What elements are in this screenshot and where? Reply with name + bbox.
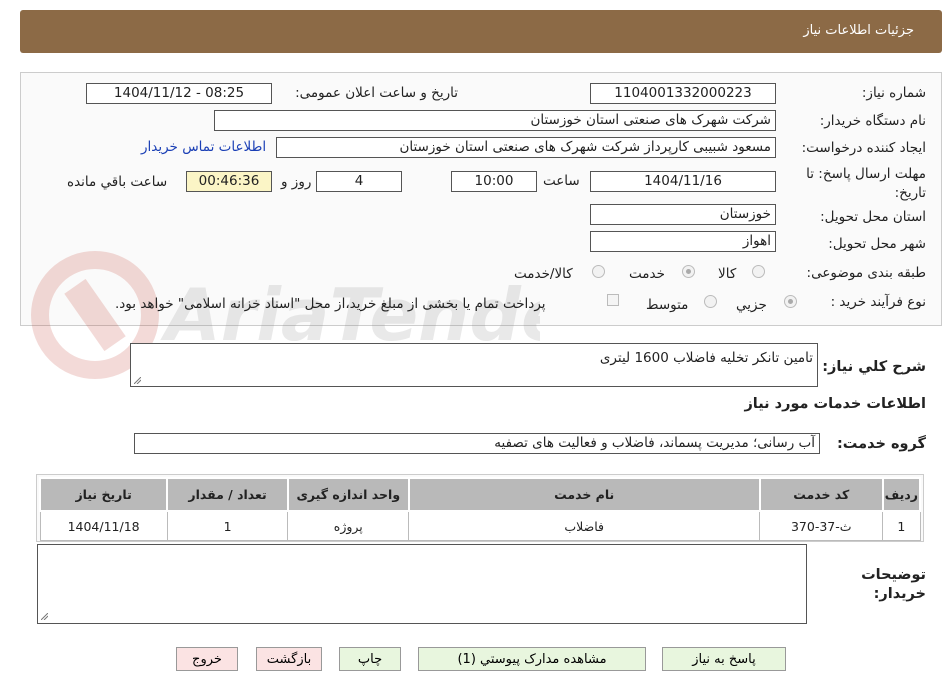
table-header-row: ردیف کد خدمت نام خدمت واحد اندازه گیری ت… (38, 477, 922, 512)
cell-need-date: 1404/11/18 (39, 510, 168, 541)
col-row-number: ردیف (881, 477, 922, 512)
print-button[interactable]: چاپ (339, 647, 401, 671)
resize-handle-icon[interactable] (41, 613, 48, 620)
category-label: طبقه بندی موضوعی: (806, 265, 926, 281)
cell-quantity: 1 (166, 510, 289, 541)
creator-field: مسعود شبیبی کارپرداز شرکت شهرک های صنعتی… (276, 137, 776, 158)
cell-service-code: ث-37-370 (759, 510, 884, 541)
service-group-field: آب رسانی؛ مدیریت پسماند، فاضلاب و فعالیت… (134, 433, 820, 454)
remaining-label: ساعت باقي مانده (67, 174, 168, 190)
process-label: نوع فرآیند خرید : (830, 294, 926, 310)
buyer-notes-label: توضیحات خریدار: (861, 567, 926, 602)
province-field: خوزستان (590, 204, 776, 225)
cell-row-number: 1 (882, 510, 921, 541)
category-service-radio[interactable] (682, 265, 695, 278)
resize-handle-icon[interactable] (134, 377, 141, 384)
deadline-time-label: ساعت (543, 173, 580, 189)
back-button[interactable]: بازگشت (256, 647, 322, 671)
city-label: شهر محل تحویل: (828, 236, 926, 252)
creator-label: ایجاد کننده درخواست: (801, 140, 926, 156)
summary-textarea[interactable]: تامین تانکر تخلیه فاضلاب 1600 لیتری (130, 343, 818, 387)
exit-button[interactable]: خروج (176, 647, 238, 671)
category-both-label: کالا/خدمت (514, 266, 573, 282)
page-header: جزئیات اطلاعات نیاز (20, 10, 942, 53)
cell-unit: پروژه (287, 510, 410, 541)
payment-note: پرداخت تمام یا بخشی از مبلغ خرید،از محل … (115, 296, 546, 312)
treasury-checkbox[interactable] (607, 294, 619, 306)
need-number-label: شماره نیاز: (861, 85, 926, 101)
view-attachments-button[interactable]: مشاهده مدارک پیوستي (1) (418, 647, 646, 671)
deadline-time-field: 10:00 (451, 171, 537, 192)
services-table: ردیف کد خدمت نام خدمت واحد اندازه گیری ت… (38, 477, 922, 541)
col-quantity: تعداد / مقدار (166, 477, 289, 512)
process-minor-label: جزيي (736, 297, 767, 313)
summary-label: شرح كلي نياز: (822, 359, 926, 375)
process-medium-radio[interactable] (704, 295, 717, 308)
col-service-name: نام خدمت (407, 477, 761, 512)
category-both-radio[interactable] (592, 265, 605, 278)
reply-button[interactable]: پاسخ به نیاز (662, 647, 786, 671)
cell-service-name: فاضلاب (408, 510, 761, 541)
city-field: اهواز (590, 231, 776, 252)
deadline-label: مهلت ارسال پاسخ: تا تاریخ: (806, 166, 926, 201)
buyer-contact-link[interactable]: اطلاعات تماس خریدار (141, 139, 266, 155)
deadline-date-field: 1404/11/16 (590, 171, 776, 192)
category-service-label: خدمت (629, 266, 665, 282)
services-table-panel: ردیف کد خدمت نام خدمت واحد اندازه گیری ت… (36, 474, 924, 542)
days-label: روز و (281, 174, 312, 190)
col-unit: واحد اندازه گیری (286, 477, 410, 512)
buyer-label: نام دستگاه خریدار: (819, 113, 926, 129)
need-number-field: 1104001332000223 (590, 83, 776, 104)
buyer-notes-textarea[interactable] (37, 544, 807, 624)
remaining-timer: 00:46:36 (186, 171, 272, 192)
col-service-code: کد خدمت (758, 477, 884, 512)
services-section-title: اطلاعات خدمات مورد نیاز (744, 396, 926, 412)
process-minor-radio[interactable] (784, 295, 797, 308)
announce-field: 1404/11/12 - 08:25 (86, 83, 272, 104)
col-need-date: تاریخ نیاز (38, 477, 169, 512)
days-field: 4 (316, 171, 402, 192)
category-goods-radio[interactable] (752, 265, 765, 278)
table-row[interactable]: 1 ث-37-370 فاضلاب پروژه 1 1404/11/18 (39, 510, 921, 541)
announce-label: تاریخ و ساعت اعلان عمومی: (295, 85, 458, 101)
process-medium-label: متوسط (646, 297, 689, 313)
page-title: جزئیات اطلاعات نیاز (803, 23, 914, 38)
buyer-field: شرکت شهرک های صنعتی استان خوزستان (214, 110, 776, 131)
service-group-label: گروه خدمت: (836, 436, 926, 452)
category-goods-label: کالا (718, 266, 737, 282)
province-label: استان محل تحویل: (820, 209, 926, 225)
